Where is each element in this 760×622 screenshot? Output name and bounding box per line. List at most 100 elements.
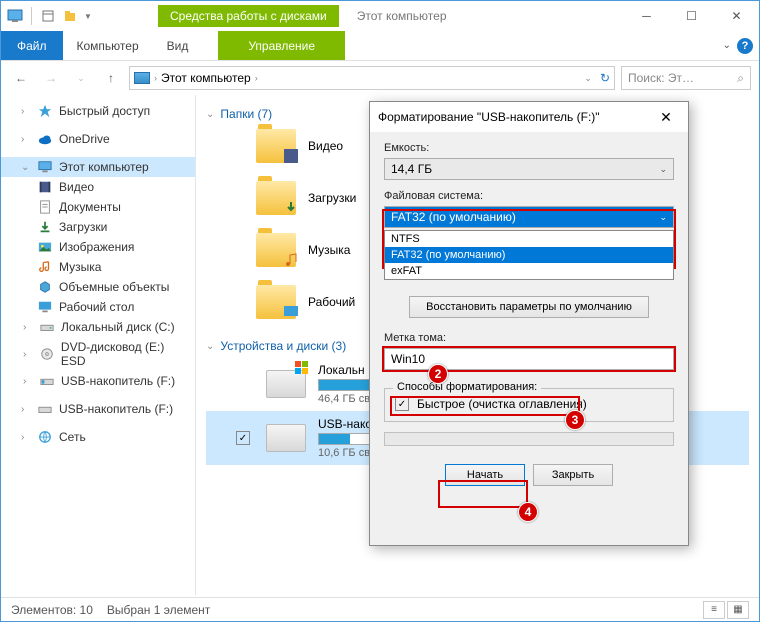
maximize-button[interactable]: ☐ xyxy=(669,1,714,31)
checkbox-icon[interactable]: ✓ xyxy=(236,431,250,445)
chevron-down-icon: ⌄ xyxy=(659,212,667,223)
address-path: Этот компьютер xyxy=(161,71,251,85)
annotation-badge-2: 2 xyxy=(428,364,448,384)
back-button[interactable]: ← xyxy=(9,66,33,90)
contextual-tab-header: Средства работы с дисками xyxy=(158,5,339,27)
view-tab[interactable]: Вид xyxy=(153,31,203,60)
search-icon: ⌕ xyxy=(737,71,744,86)
tree-local-disk[interactable]: ›Локальный диск (C:) xyxy=(1,317,195,337)
film-icon xyxy=(37,180,53,194)
search-input[interactable]: Поиск: Эт… ⌕ xyxy=(621,66,751,90)
disc-icon xyxy=(39,347,55,361)
status-bar: Элементов: 10 Выбран 1 элемент ≡ ▦ xyxy=(1,597,759,621)
pc-icon xyxy=(37,160,53,174)
annotation-badge-3: 3 xyxy=(565,410,585,430)
tree-downloads[interactable]: Загрузки xyxy=(1,217,195,237)
folder-icon xyxy=(256,181,296,215)
document-icon xyxy=(37,200,53,214)
tree-this-pc[interactable]: ⌄ Этот компьютер xyxy=(1,157,195,177)
format-dialog: Форматирование "USB-накопитель (F:)" ✕ Е… xyxy=(369,101,689,546)
quick-format-checkbox[interactable]: ✓ Быстрое (очистка оглавления) xyxy=(395,397,663,411)
capacity-label: Емкость: xyxy=(384,142,674,154)
address-row: ← → ⌄ ↑ › Этот компьютер › ⌄ ↻ Поиск: Эт… xyxy=(1,61,759,95)
volume-label-input[interactable]: Win10 xyxy=(384,348,674,370)
new-folder-icon[interactable] xyxy=(60,6,80,26)
address-bar[interactable]: › Этот компьютер › ⌄ ↻ xyxy=(129,66,615,90)
properties-icon[interactable] xyxy=(38,6,58,26)
desktop-icon xyxy=(37,300,53,314)
ribbon-expand[interactable]: ⌄ ? xyxy=(717,31,759,60)
start-button[interactable]: Начать xyxy=(445,464,525,486)
cube-icon xyxy=(37,280,53,294)
filesystem-label: Файловая система: xyxy=(384,190,674,202)
filesystem-select[interactable]: FAT32 (по умолчанию)⌄ xyxy=(384,206,674,228)
tree-3d[interactable]: Объемные объекты xyxy=(1,277,195,297)
volume-label-label: Метка тома: xyxy=(384,332,674,344)
folder-icon xyxy=(256,129,296,163)
folder-icon xyxy=(256,233,296,267)
pc-icon xyxy=(134,72,150,84)
status-selected: Выбран 1 элемент xyxy=(107,603,210,617)
ribbon: Файл Компьютер Вид Управление ⌄ ? xyxy=(1,31,759,61)
folder-icon xyxy=(256,285,296,319)
dialog-title: Форматирование "USB-накопитель (F:)" xyxy=(378,110,652,124)
tree-usb-2[interactable]: ›USB-накопитель (F:) xyxy=(1,399,195,419)
icons-view-button[interactable]: ▦ xyxy=(727,601,749,619)
filesystem-dropdown: NTFS FAT32 (по умолчанию) exFAT xyxy=(384,230,674,280)
picture-icon xyxy=(37,240,53,254)
manage-tab[interactable]: Управление xyxy=(218,31,345,60)
qat-dropdown-icon[interactable]: ▼ xyxy=(82,6,94,26)
format-methods-label: Способы форматирования: xyxy=(393,381,541,393)
chevron-down-icon: ⌄ xyxy=(723,40,731,51)
usb-icon xyxy=(37,402,53,416)
tree-usb-1[interactable]: ›USB-накопитель (F:) xyxy=(1,371,195,391)
refresh-icon[interactable]: ↻ xyxy=(600,71,610,85)
restore-defaults-button[interactable]: Восстановить параметры по умолчанию xyxy=(409,296,649,318)
computer-tab[interactable]: Компьютер xyxy=(63,31,153,60)
up-button[interactable]: ↑ xyxy=(99,66,123,90)
chevron-down-icon: ⌄ xyxy=(659,164,667,175)
tree-onedrive[interactable]: › OneDrive xyxy=(1,129,195,149)
tree-quick-access[interactable]: › Быстрый доступ xyxy=(1,101,195,121)
tree-network[interactable]: ›Сеть xyxy=(1,427,195,447)
dialog-titlebar: Форматирование "USB-накопитель (F:)" ✕ xyxy=(370,102,688,132)
checkbox-icon: ✓ xyxy=(395,397,409,411)
usb-icon xyxy=(39,374,55,388)
tree-music[interactable]: Музыка xyxy=(1,257,195,277)
tree-pictures[interactable]: Изображения xyxy=(1,237,195,257)
drive-icon xyxy=(266,370,306,398)
window-title: Этот компьютер xyxy=(357,9,447,23)
cloud-icon xyxy=(37,132,53,146)
status-count: Элементов: 10 xyxy=(11,603,93,617)
nav-tree: › Быстрый доступ › OneDrive ⌄ Этот компь… xyxy=(1,95,196,595)
network-icon xyxy=(37,430,53,444)
details-view-button[interactable]: ≡ xyxy=(703,601,725,619)
address-dropdown-icon[interactable]: ⌄ xyxy=(584,73,592,84)
tree-videos[interactable]: Видео xyxy=(1,177,195,197)
usb-drive-icon xyxy=(266,424,306,452)
capacity-select[interactable]: 14,4 ГБ⌄ xyxy=(384,158,674,180)
download-icon xyxy=(37,220,53,234)
annotation-badge-4: 4 xyxy=(518,502,538,522)
dialog-close-button[interactable]: ✕ xyxy=(652,109,680,126)
progress-bar xyxy=(384,432,674,446)
recent-dropdown[interactable]: ⌄ xyxy=(69,66,93,90)
help-icon[interactable]: ? xyxy=(737,38,753,54)
close-button[interactable]: ✕ xyxy=(714,1,759,31)
file-tab[interactable]: Файл xyxy=(1,31,63,60)
forward-button[interactable]: → xyxy=(39,66,63,90)
drive-icon xyxy=(39,320,55,334)
fs-option-exfat[interactable]: exFAT xyxy=(385,263,673,279)
tree-desktop[interactable]: Рабочий стол xyxy=(1,297,195,317)
quick-access-toolbar: ▼ xyxy=(1,6,98,26)
tree-documents[interactable]: Документы xyxy=(1,197,195,217)
tree-dvd[interactable]: ›DVD-дисковод (E:) ESD xyxy=(1,337,195,371)
star-icon xyxy=(37,104,53,118)
fs-option-fat32[interactable]: FAT32 (по умолчанию) xyxy=(385,247,673,263)
search-placeholder: Поиск: Эт… xyxy=(628,71,694,85)
close-dialog-button[interactable]: Закрыть xyxy=(533,464,613,486)
music-icon xyxy=(37,260,53,274)
fs-option-ntfs[interactable]: NTFS xyxy=(385,231,673,247)
minimize-button[interactable]: ─ xyxy=(624,1,669,31)
app-icon[interactable] xyxy=(5,6,25,26)
